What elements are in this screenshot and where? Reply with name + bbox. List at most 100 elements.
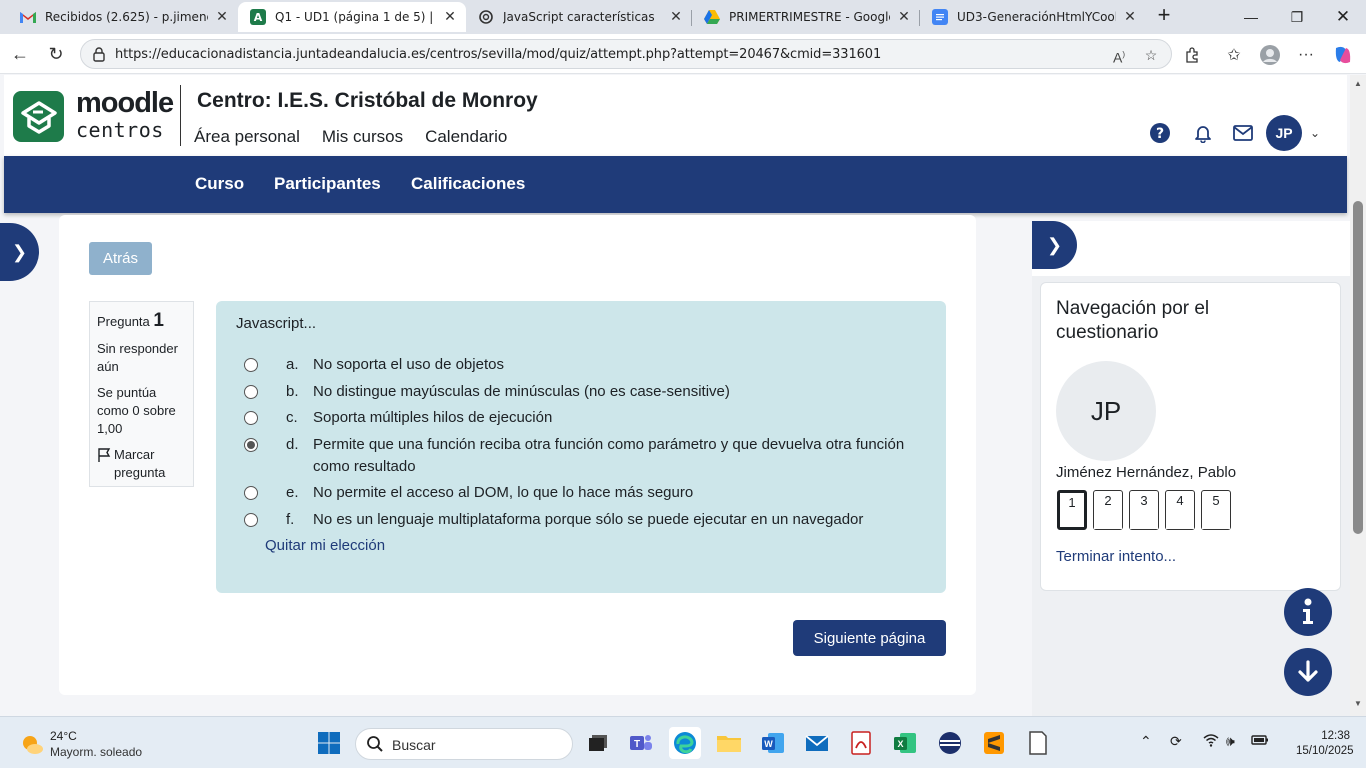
radio-button[interactable] <box>244 411 258 425</box>
nav-calendario[interactable]: Calendario <box>425 127 507 147</box>
chevron-right-icon: ❯ <box>11 241 28 262</box>
back-arrow-icon[interactable]: ← <box>6 40 34 68</box>
answer-option[interactable]: b. No distingue mayúsculas de minúsculas … <box>236 381 926 403</box>
answer-option[interactable]: d. Permite que una función reciba otra fu… <box>236 434 926 478</box>
file-explorer-icon[interactable] <box>713 727 745 759</box>
svg-text:?: ? <box>1156 126 1164 142</box>
answer-option[interactable]: a. No soporta el uso de objetos <box>236 354 926 376</box>
more-menu-icon[interactable]: ··· <box>1293 42 1319 68</box>
profile-icon[interactable] <box>1257 42 1283 68</box>
read-aloud-icon[interactable]: A) <box>1109 45 1129 66</box>
taskbar-search[interactable]: Buscar <box>355 728 573 760</box>
browser-tab-quiz[interactable]: A Q1 - UD1 (página 1 de 5) | Sevilla ✕ <box>238 2 466 32</box>
answer-text: Soporta múltiples hilos de ejecución <box>313 409 553 426</box>
close-icon[interactable]: ✕ <box>1122 9 1138 25</box>
windows-start-icon[interactable] <box>313 727 345 759</box>
address-bar[interactable]: https://educacionadistancia.juntadeandal… <box>80 39 1172 69</box>
back-button[interactable]: Atrás <box>89 242 152 275</box>
flag-question-link[interactable]: Marcar pregunta <box>97 446 186 482</box>
nav-calificaciones[interactable]: Calificaciones <box>411 174 525 194</box>
radio-button[interactable] <box>244 437 258 452</box>
question-page-button[interactable]: 4 <box>1165 490 1195 530</box>
answer-option[interactable]: e. No permite el acceso al DOM, lo que lo… <box>236 482 926 504</box>
clear-choice-link[interactable]: Quitar mi elección <box>265 537 926 554</box>
weather-sun-icon[interactable] <box>20 733 44 755</box>
mail-icon[interactable] <box>801 727 833 759</box>
question-grade: Se puntúa como 0 sobre 1,00 <box>97 385 176 436</box>
page-scrollbar[interactable]: ▲ ▼ <box>1350 75 1366 716</box>
radio-button[interactable] <box>244 486 258 500</box>
question-page-button[interactable]: 5 <box>1201 490 1231 530</box>
chevron-down-icon[interactable]: ⌄ <box>1302 120 1328 146</box>
browser-tab-gmail[interactable]: Recibidos (2.625) - p.jimenez.he ✕ <box>8 2 238 32</box>
excel-icon[interactable]: X <box>889 727 921 759</box>
answer-option[interactable]: c. Soporta múltiples hilos de ejecución <box>236 407 926 429</box>
close-window-button[interactable]: ✕ <box>1320 0 1366 34</box>
finish-attempt-link[interactable]: Terminar intento... <box>1056 548 1176 565</box>
sync-icon[interactable]: ⟳ <box>1170 733 1182 750</box>
scroll-up-arrow-icon[interactable]: ▲ <box>1353 79 1363 88</box>
answer-option[interactable]: f. No es un lenguaje multiplataforma porq… <box>236 509 926 531</box>
battery-icon[interactable] <box>1251 733 1269 749</box>
copilot-icon[interactable] <box>1330 42 1356 68</box>
word-icon[interactable]: W <box>757 727 789 759</box>
scroll-down-small-arrow-icon[interactable]: ▼ <box>1353 699 1363 708</box>
browser-tab-docs[interactable]: UD3-GeneraciónHtmlYCookies ✕ <box>920 2 1146 32</box>
messages-envelope-icon[interactable] <box>1230 120 1256 146</box>
svg-text:X: X <box>897 739 903 749</box>
nav-participantes[interactable]: Participantes <box>274 174 381 194</box>
scrollbar-thumb[interactable] <box>1353 201 1363 534</box>
radio-button[interactable] <box>244 512 258 527</box>
tab-title: PRIMERTRIMESTRE - Google Dr <box>729 10 890 24</box>
system-clock[interactable]: 12:38 15/10/2025 <box>1296 729 1354 759</box>
help-icon[interactable]: ? <box>1147 120 1173 146</box>
vpn-globe-icon[interactable] <box>934 727 966 759</box>
minimize-button[interactable]: — <box>1228 0 1274 34</box>
wifi-icon[interactable] <box>1203 733 1219 750</box>
question-page-button[interactable]: 2 <box>1093 490 1123 530</box>
nav-curso[interactable]: Curso <box>195 174 244 194</box>
browser-tab-chatgpt[interactable]: JavaScript características ✕ <box>466 2 692 32</box>
address-bar-row: ← ↻ https://educacionadistancia.juntadea… <box>0 34 1366 74</box>
lock-icon[interactable] <box>91 46 107 62</box>
url-text[interactable]: https://educacionadistancia.juntadeandal… <box>115 47 881 62</box>
scroll-down-arrow-icon[interactable] <box>1284 648 1332 696</box>
show-hidden-icons-icon[interactable]: ⌃ <box>1140 733 1152 750</box>
nav-mis-cursos[interactable]: Mis cursos <box>322 127 403 147</box>
weather-temperature[interactable]: 24°C <box>50 729 77 743</box>
restore-button[interactable]: ❐ <box>1274 0 1320 34</box>
close-icon[interactable]: ✕ <box>442 9 458 25</box>
close-icon[interactable]: ✕ <box>668 9 684 25</box>
next-page-button[interactable]: Siguiente página <box>793 620 946 656</box>
close-icon[interactable]: ✕ <box>896 9 912 25</box>
new-tab-button[interactable]: + <box>1152 4 1176 28</box>
info-icon[interactable] <box>1284 588 1332 636</box>
open-course-index-button[interactable]: ❯ <box>0 223 39 281</box>
pdf-reader-icon[interactable] <box>845 727 877 759</box>
extensions-icon[interactable] <box>1180 42 1206 68</box>
reload-icon[interactable]: ↻ <box>42 40 70 68</box>
favorite-star-icon[interactable]: ☆ <box>1141 45 1161 65</box>
question-page-button[interactable]: 3 <box>1129 490 1159 530</box>
question-status: Sin responder aún <box>97 341 178 374</box>
notepad-icon[interactable] <box>1022 727 1054 759</box>
edge-browser-icon[interactable] <box>669 727 701 759</box>
weather-description[interactable]: Mayorm. soleado <box>50 745 142 759</box>
teams-icon[interactable]: T <box>625 727 657 759</box>
notifications-bell-icon[interactable] <box>1190 120 1216 146</box>
user-avatar[interactable]: JP <box>1266 115 1302 151</box>
volume-icon[interactable]: 🕪 <box>1226 733 1235 750</box>
user-name: Jiménez Hernández, Pablo <box>1056 464 1237 481</box>
nav-area-personal[interactable]: Área personal <box>194 127 300 147</box>
question-page-button[interactable]: 1 <box>1057 490 1087 530</box>
chevron-right-icon: ❯ <box>1046 234 1063 255</box>
moodle-logo-icon[interactable] <box>13 91 64 142</box>
close-icon[interactable]: ✕ <box>214 9 230 25</box>
sublime-text-icon[interactable] <box>978 727 1010 759</box>
task-view-icon[interactable] <box>582 727 614 759</box>
docs-icon <box>932 9 948 25</box>
browser-tab-drive[interactable]: PRIMERTRIMESTRE - Google Dr ✕ <box>692 2 920 32</box>
radio-button[interactable] <box>244 384 258 399</box>
favorites-icon[interactable]: ✩ <box>1221 42 1247 68</box>
radio-button[interactable] <box>244 358 258 372</box>
